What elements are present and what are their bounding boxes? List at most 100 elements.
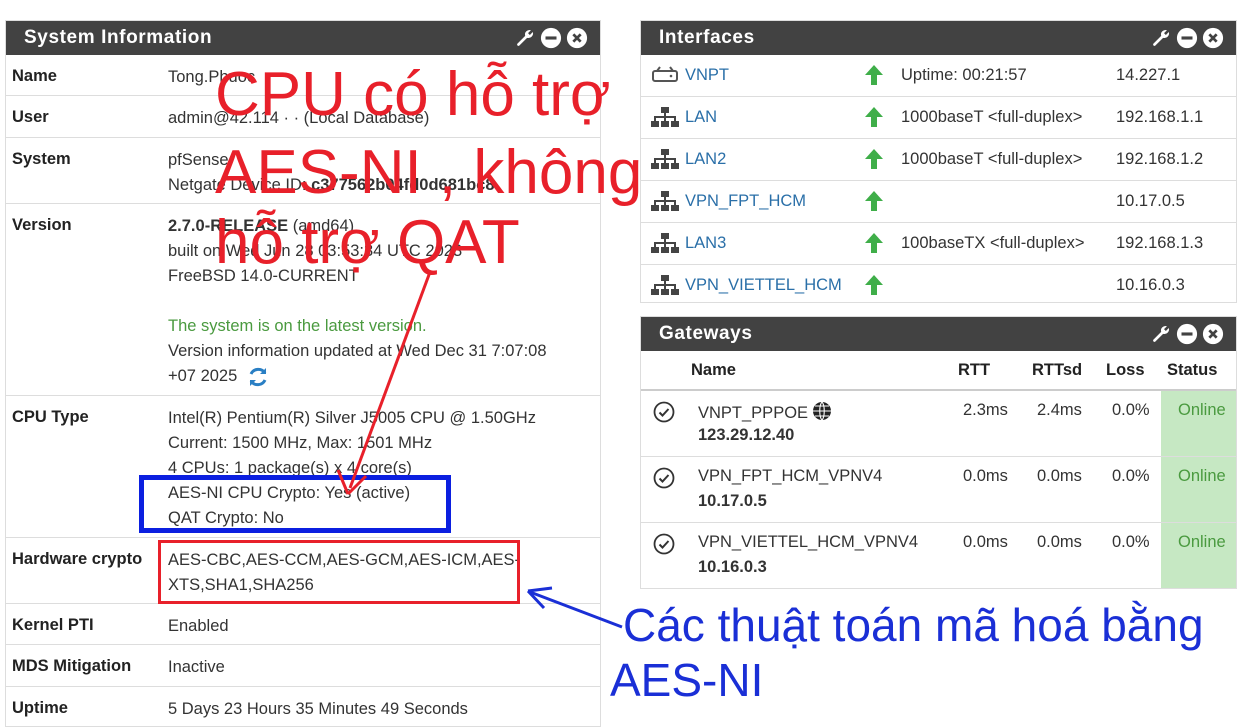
gateway-loss: 0.0% <box>1112 467 1150 485</box>
check-circle-icon <box>653 533 675 555</box>
gateways-table-header: Name RTT RTTsd Loss Status <box>641 351 1236 391</box>
label: System <box>12 150 71 168</box>
network-icon <box>651 107 679 127</box>
col-status[interactable]: Status <box>1167 361 1217 380</box>
value: 5 Days 23 Hours 35 Minutes 49 Seconds <box>168 700 468 718</box>
network-icon <box>651 233 679 253</box>
minimize-icon[interactable] <box>1176 27 1198 49</box>
label: User <box>12 108 49 126</box>
gateway-rtt: 2.3ms <box>963 401 1008 419</box>
panel-title: Gateways <box>659 323 753 344</box>
interface-name-link[interactable]: LAN2 <box>685 150 726 169</box>
gateway-status: Online <box>1178 533 1226 551</box>
interface-name-link[interactable]: VPN_FPT_HCM <box>685 192 806 211</box>
interface-ip: 192.168.1.1 <box>1116 108 1204 126</box>
interfaces-panel: Interfaces VNPT Uptime: 00:21:57 14.227.1 L… <box>640 20 1237 303</box>
gateway-status-cell: Online <box>1161 523 1236 588</box>
value: Enabled <box>168 617 229 635</box>
interface-name-link[interactable]: LAN3 <box>685 234 726 253</box>
wrench-icon[interactable] <box>1150 27 1172 49</box>
gateway-status-cell: Online <box>1161 391 1236 456</box>
interface-name-link[interactable]: VPN_VIETTEL_HCM <box>685 276 842 295</box>
gateway-rttsd: 2.4ms <box>1037 401 1082 419</box>
gateway-rtt: 0.0ms <box>963 533 1008 551</box>
interface-name-link[interactable]: VNPT <box>685 66 729 85</box>
gateway-rttsd: 0.0ms <box>1037 467 1082 485</box>
close-icon[interactable] <box>1202 323 1224 345</box>
interface-row: LAN 1000baseT <full-duplex> 192.168.1.1 <box>641 97 1236 139</box>
interface-ip: 14.227.1 <box>1116 66 1181 84</box>
interface-ip: 10.16.0.3 <box>1116 276 1185 294</box>
check-circle-icon <box>653 467 675 489</box>
close-icon[interactable] <box>566 27 588 49</box>
interface-row: LAN2 1000baseT <full-duplex> 192.168.1.2 <box>641 139 1236 181</box>
gateway-row: VPN_FPT_HCM_VPNV4 10.17.0.5 0.0ms 0.0ms 0.0%… <box>641 457 1236 523</box>
version-updated-line2: +07 2025 <box>168 367 238 385</box>
gateway-ip: 10.16.0.3 <box>698 558 767 576</box>
crypto-highlight-box <box>158 540 520 604</box>
interface-ip: 10.17.0.5 <box>1116 192 1185 210</box>
gateway-name: VPN_FPT_HCM_VPNV4 <box>698 467 883 485</box>
status-up-arrow-icon <box>863 231 885 255</box>
gateway-name: VNPT_PPPOE <box>698 401 832 423</box>
label: CPU Type <box>12 408 89 426</box>
network-icon <box>651 191 679 211</box>
annotation-blue-line2: AES-NI <box>610 654 764 706</box>
label: Name <box>12 67 57 85</box>
update-status: The system is on the latest version. <box>168 317 427 335</box>
gateways-header: Gateways <box>641 317 1236 351</box>
refresh-icon[interactable] <box>246 365 270 389</box>
close-icon[interactable] <box>1202 27 1224 49</box>
gateway-rtt: 0.0ms <box>963 467 1008 485</box>
wan-icon <box>651 65 679 85</box>
gateway-row: VNPT_PPPOE 123.29.12.40 2.3ms 2.4ms 0.0% Onli… <box>641 391 1236 457</box>
panel-title: System Information <box>24 27 213 48</box>
annotation-blue-line1: Các thuật toán mã hoá bằng <box>623 599 1204 651</box>
gateway-row: VPN_VIETTEL_HCM_VPNV4 10.16.0.3 0.0ms 0.0ms… <box>641 523 1236 588</box>
interface-ip: 192.168.1.3 <box>1116 234 1204 252</box>
gateway-name: VPN_VIETTEL_HCM_VPNV4 <box>698 533 919 551</box>
interface-ip: 192.168.1.2 <box>1116 150 1204 168</box>
cpu-model: Intel(R) Pentium(R) Silver J5005 CPU @ 1… <box>168 409 536 427</box>
wrench-icon[interactable] <box>1150 323 1172 345</box>
interface-row: LAN3 100baseTX <full-duplex> 192.168.1.3 <box>641 223 1236 265</box>
label: Uptime <box>12 699 68 717</box>
value: Inactive <box>168 658 225 676</box>
status-up-arrow-icon <box>863 273 885 297</box>
status-up-arrow-icon <box>863 189 885 213</box>
minimize-icon[interactable] <box>1176 323 1198 345</box>
status-up-arrow-icon <box>863 105 885 129</box>
interface-row: VNPT Uptime: 00:21:57 14.227.1 <box>641 55 1236 97</box>
interface-row: VPN_VIETTEL_HCM 10.16.0.3 <box>641 265 1236 302</box>
interface-media: 1000baseT <full-duplex> <box>901 150 1083 168</box>
aes-highlight-box <box>139 475 451 533</box>
label: Kernel PTI <box>12 616 94 634</box>
col-name[interactable]: Name <box>691 361 736 380</box>
status-up-arrow-icon <box>863 147 885 171</box>
network-icon <box>651 149 679 169</box>
label: MDS Mitigation <box>12 657 132 675</box>
col-loss[interactable]: Loss <box>1106 361 1145 380</box>
check-circle-icon <box>653 401 675 423</box>
col-rttsd[interactable]: RTTsd <box>1032 361 1082 380</box>
wrench-icon[interactable] <box>514 27 536 49</box>
gateway-status-cell: Online <box>1161 457 1236 522</box>
cpu-frequency: Current: 1500 MHz, Max: 1501 MHz <box>168 434 433 452</box>
gateways-panel: Gateways Name RTT RTTsd Loss Status VNPT… <box>640 316 1237 589</box>
row-kernel-pti: Kernel PTI Enabled <box>6 604 600 645</box>
minimize-icon[interactable] <box>540 27 562 49</box>
col-rtt[interactable]: RTT <box>958 361 990 380</box>
gateway-ip: 10.17.0.5 <box>698 492 767 510</box>
version-updated-line1: Version information updated at Wed Dec 3… <box>168 342 547 360</box>
annotation-red-line1: CPU có hỗ trợ <box>215 60 611 129</box>
interfaces-header: Interfaces <box>641 21 1236 55</box>
interface-name-link[interactable]: LAN <box>685 108 717 127</box>
network-icon <box>651 275 679 295</box>
gateway-loss: 0.0% <box>1112 533 1150 551</box>
label: Hardware crypto <box>12 550 143 568</box>
label: Version <box>12 216 72 234</box>
gateway-status: Online <box>1178 467 1226 485</box>
gateway-rttsd: 0.0ms <box>1037 533 1082 551</box>
row-uptime: Uptime 5 Days 23 Hours 35 Minutes 49 Sec… <box>6 687 600 726</box>
status-up-arrow-icon <box>863 63 885 87</box>
